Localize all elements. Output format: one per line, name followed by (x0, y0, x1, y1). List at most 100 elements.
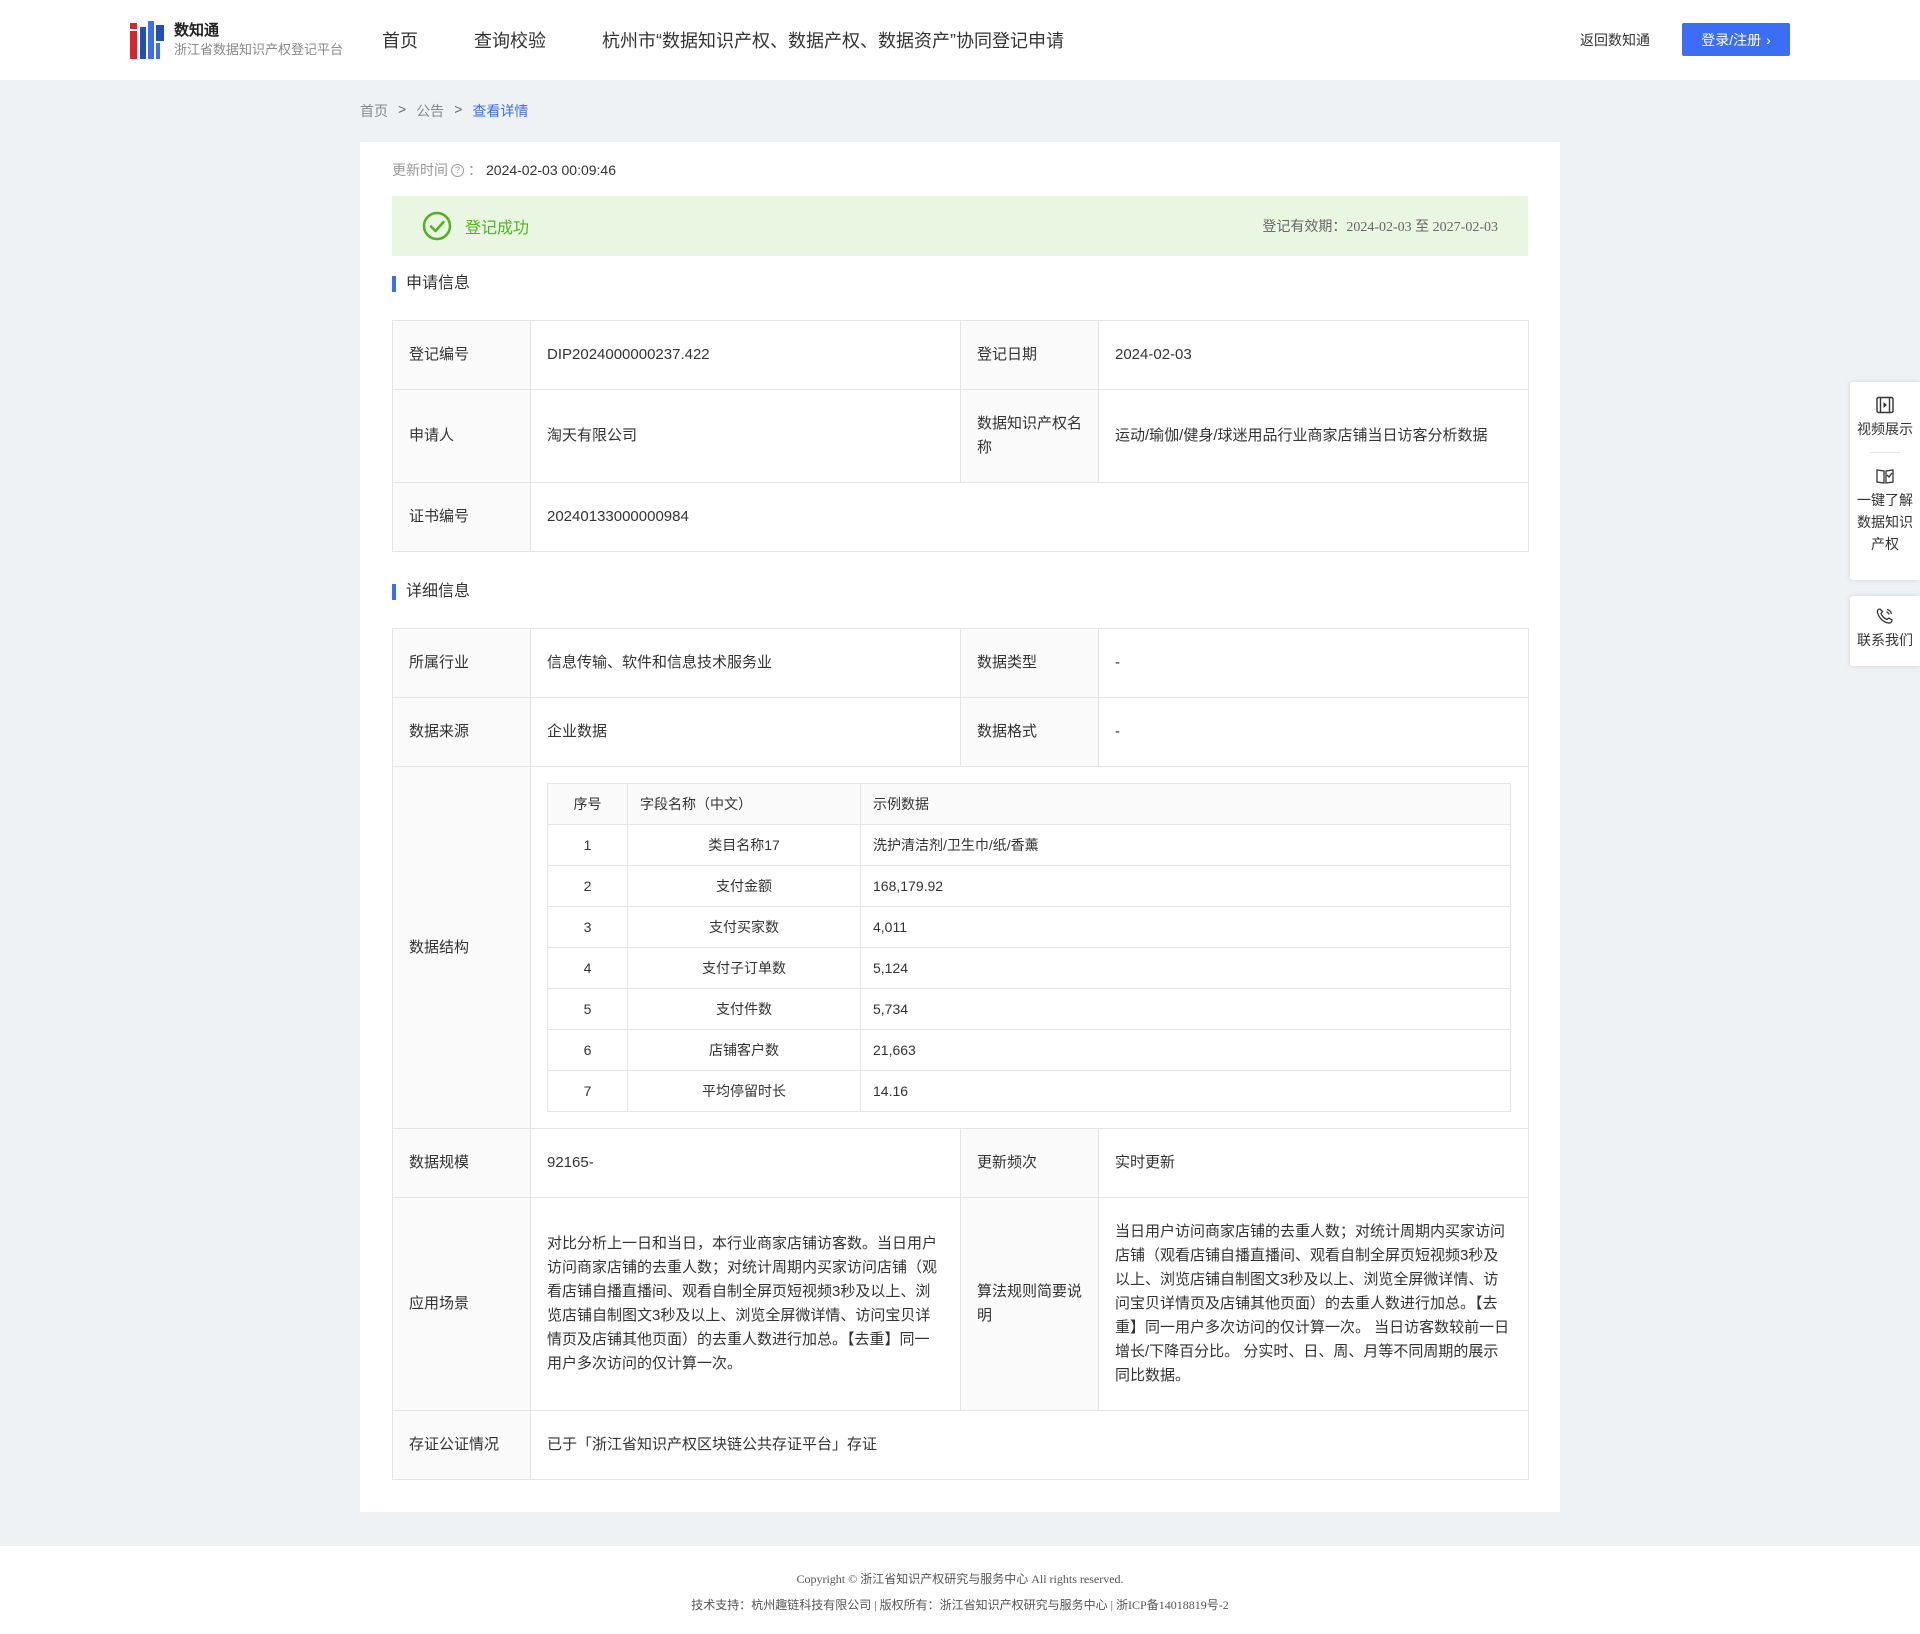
field-sample: 21,663 (860, 1029, 1511, 1071)
field-sample: 4,011 (860, 906, 1511, 948)
reg-no-value: DIP2024000000237.422 (530, 320, 961, 390)
back-to-shuzhitong-link[interactable]: 返回数知通 (1580, 30, 1650, 50)
contact-us-button[interactable]: 联系我们 (1850, 596, 1920, 651)
ip-name-value: 运动/瑜伽/健身/球迷用品行业商家店铺当日访客分析数据 (1098, 389, 1529, 483)
data-structure-label: 数据结构 (392, 766, 531, 1129)
breadcrumb-separator: > (454, 101, 463, 117)
check-circle-icon (422, 211, 452, 241)
applicant-value: 淘天有限公司 (530, 389, 961, 483)
update-time-label: 更新时间 (392, 162, 448, 178)
login-register-label: 登录/注册 (1701, 31, 1762, 48)
update-time: 更新时间 ? ： 2024-02-03 00:09:46 (392, 160, 616, 180)
field-sample: 洗护清洁剂/卫生巾/纸/香薰 (860, 824, 1511, 866)
fields-table: 序号 字段名称（中文） 示例数据 1 类目名称17 洗护清洁剂/卫生巾/纸/香薰… (547, 783, 1511, 1112)
field-no: 5 (547, 988, 628, 1030)
table-row: 7 平均停留时长 14.16 (547, 1070, 1511, 1112)
apply-info-table: 登记编号 DIP2024000000237.422 登记日期 2024-02-0… (392, 320, 1529, 552)
breadcrumb-announcement[interactable]: 公告 (416, 101, 444, 121)
status-text: 登记成功 (465, 220, 530, 237)
data-type-label: 数据类型 (960, 628, 1099, 698)
video-showcase-label: 视频展示 (1857, 421, 1913, 437)
video-icon (1876, 396, 1894, 414)
section-title-apply: 申请信息 (392, 276, 470, 292)
data-scale-value: 92165- (530, 1128, 961, 1198)
fields-header-sample: 示例数据 (860, 783, 1511, 825)
field-name: 平均停留时长 (627, 1070, 861, 1112)
logo-title: 数知通 (174, 22, 220, 39)
contact-us-label: 联系我们 (1857, 632, 1913, 648)
update-freq-value: 实时更新 (1098, 1128, 1529, 1198)
reg-date-value: 2024-02-03 (1098, 320, 1529, 390)
page-footer: Copyright © 浙江省知识产权研究与服务中心 All rights re… (0, 1546, 1920, 1634)
field-name: 类目名称17 (627, 824, 861, 866)
table-row: 6 店铺客户数 21,663 (547, 1029, 1511, 1071)
algo-value: 当日用户访问商家店铺的去重人数；对统计周期内买家访问店铺（观看店铺自播直播间、观… (1098, 1197, 1529, 1411)
registration-status-bar: 登记成功 登记有效期：2024-02-03 至 2027-02-03 (392, 196, 1528, 256)
data-format-label: 数据格式 (960, 697, 1099, 767)
industry-label: 所属行业 (392, 628, 531, 698)
data-scale-label: 数据规模 (392, 1128, 531, 1198)
top-header: 数知通 浙江省数据知识产权登记平台 首页 查询校验 杭州市“数据知识产权、数据产… (0, 0, 1920, 80)
book-icon (1876, 469, 1894, 484)
logo-icon (130, 21, 166, 59)
field-sample: 14.16 (860, 1070, 1511, 1112)
fields-header-name: 字段名称（中文） (627, 783, 861, 825)
reg-date-label: 登记日期 (960, 320, 1099, 390)
field-sample: 5,734 (860, 988, 1511, 1030)
login-register-button[interactable]: 登录/注册 › (1682, 23, 1790, 56)
field-no: 1 (547, 824, 628, 866)
help-icon[interactable]: ? (451, 163, 464, 177)
data-source-label: 数据来源 (392, 697, 531, 767)
side-float-panel: 视频展示 一键了解数据知识产权 (1850, 382, 1920, 580)
cert-no-value: 20240133000000984 (530, 482, 1529, 552)
field-name: 支付买家数 (627, 906, 861, 948)
detail-card: 更新时间 ? ： 2024-02-03 00:09:46 登记成功 登记有效期：… (360, 142, 1560, 1512)
applicant-label: 申请人 (392, 389, 531, 483)
field-sample: 168,179.92 (860, 865, 1511, 907)
breadcrumb-home[interactable]: 首页 (360, 101, 388, 121)
table-row: 3 支付买家数 4,011 (547, 906, 1511, 948)
site-logo[interactable]: 数知通 浙江省数据知识产权登记平台 (130, 20, 343, 60)
table-row: 2 支付金额 168,179.92 (547, 865, 1511, 907)
side-contact-panel: 联系我们 (1850, 596, 1920, 666)
table-row: 5 支付件数 5,734 (547, 988, 1511, 1030)
nav-home[interactable]: 首页 (382, 27, 418, 53)
breadcrumb-current: 查看详情 (472, 103, 529, 119)
ip-name-label: 数据知识产权名称 (960, 389, 1099, 483)
data-type-value: - (1098, 628, 1529, 698)
field-no: 7 (547, 1070, 628, 1112)
section-title-detail: 详细信息 (392, 584, 470, 600)
phone-icon (1876, 608, 1893, 624)
algo-label: 算法规则简要说明 (960, 1197, 1099, 1411)
update-time-colon: ： (468, 162, 482, 178)
breadcrumb-separator: > (398, 101, 407, 117)
table-row: 1 类目名称17 洗护清洁剂/卫生巾/纸/香薰 (547, 824, 1511, 866)
field-name: 支付件数 (627, 988, 861, 1030)
breadcrumb: 首页 > 公告 > 查看详情 (360, 101, 528, 121)
fields-header-no: 序号 (547, 783, 628, 825)
field-name: 店铺客户数 (627, 1029, 861, 1071)
video-showcase-button[interactable]: 视频展示 (1850, 382, 1920, 440)
field-name: 支付金额 (627, 865, 861, 907)
footer-copyright: Copyright © 浙江省知识产权研究与服务中心 All rights re… (796, 1572, 1124, 1586)
update-freq-label: 更新频次 (960, 1128, 1099, 1198)
detail-info-table: 所属行业 信息传输、软件和信息技术服务业 数据类型 - 数据来源 企业数据 数据… (392, 628, 1529, 1480)
field-no: 3 (547, 906, 628, 948)
notary-label: 存证公证情况 (392, 1410, 531, 1480)
update-time-value: 2024-02-03 00:09:46 (486, 162, 616, 178)
industry-value: 信息传输、软件和信息技术服务业 (530, 628, 961, 698)
table-row: 4 支付子订单数 5,124 (547, 947, 1511, 989)
nav-query-verify[interactable]: 查询校验 (474, 27, 546, 53)
chevron-right-icon: › (1766, 31, 1771, 48)
learn-ip-button[interactable]: 一键了解数据知识产权 (1850, 467, 1920, 555)
nav-hangzhou-registration[interactable]: 杭州市“数据知识产权、数据产权、数据资产”协同登记申请 (602, 27, 1064, 53)
data-structure-cell: 序号 字段名称（中文） 示例数据 1 类目名称17 洗护清洁剂/卫生巾/纸/香薰… (530, 766, 1529, 1129)
data-source-value: 企业数据 (530, 697, 961, 767)
learn-ip-label: 一键了解数据知识产权 (1857, 492, 1913, 552)
field-name: 支付子订单数 (627, 947, 861, 989)
footer-support: 技术支持：杭州趣链科技有限公司 | 版权所有：浙江省知识产权研究与服务中心 | … (691, 1598, 1229, 1612)
scene-value: 对比分析上一日和当日，本行业商家店铺访客数。当日用户访问商家店铺的去重人数；对统… (530, 1197, 961, 1411)
validity-period: 登记有效期：2024-02-03 至 2027-02-03 (1262, 220, 1498, 235)
notary-value: 已于「浙江省知识产权区块链公共存证平台」存证 (530, 1410, 1529, 1480)
field-no: 6 (547, 1029, 628, 1071)
